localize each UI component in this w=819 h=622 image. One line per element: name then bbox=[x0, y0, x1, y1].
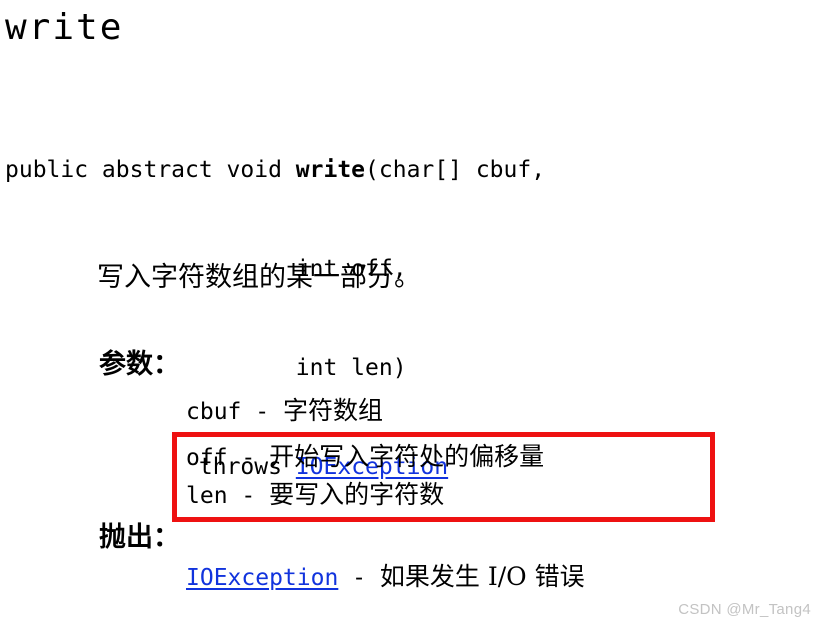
param-row-off: off - 开始写入字符处的偏移量 bbox=[186, 440, 544, 475]
throws-section-label: 抛出： bbox=[99, 522, 180, 553]
watermark: CSDN @Mr_Tang4 bbox=[678, 601, 811, 618]
param-name-cbuf: cbuf bbox=[186, 399, 242, 425]
param-separator: - bbox=[227, 445, 270, 471]
signature-line-1: public abstract void write(char[] cbuf, bbox=[5, 154, 545, 187]
signature-first-param: (char[] cbuf, bbox=[365, 157, 546, 183]
param-separator: - bbox=[241, 399, 283, 425]
param-desc-off: 开始写入字符处的偏移量 bbox=[269, 442, 545, 471]
params-section-label: 参数： bbox=[99, 349, 180, 380]
throws-desc-ioexception: 如果发生 I/O 错误 bbox=[379, 562, 585, 591]
param-name-off: off bbox=[186, 445, 228, 471]
param-desc-cbuf: 字符数组 bbox=[282, 396, 383, 425]
signature-method-name: write bbox=[295, 157, 366, 183]
page-title: write bbox=[5, 7, 124, 48]
param-row-len: len - 要写入的字符数 bbox=[186, 478, 444, 513]
method-description: 写入字符数组的某一部分。 bbox=[97, 262, 421, 293]
throws-row-ioexception: IOException - 如果发生 I/O 错误 bbox=[186, 560, 585, 595]
signature-line-3: int len) bbox=[5, 352, 545, 385]
signature-modifiers: public abstract void bbox=[5, 157, 296, 183]
javadoc-page: write public abstract void write(char[] … bbox=[0, 0, 819, 622]
signature-param-len: int len) bbox=[295, 355, 407, 381]
throws-separator: - bbox=[338, 565, 380, 591]
param-name-len: len bbox=[186, 483, 228, 509]
param-desc-len: 要写入的字符数 bbox=[269, 480, 445, 509]
param-row-cbuf: cbuf - 字符数组 bbox=[186, 394, 383, 429]
param-separator: - bbox=[227, 483, 270, 509]
ioexception-link[interactable]: IOException bbox=[186, 565, 338, 591]
